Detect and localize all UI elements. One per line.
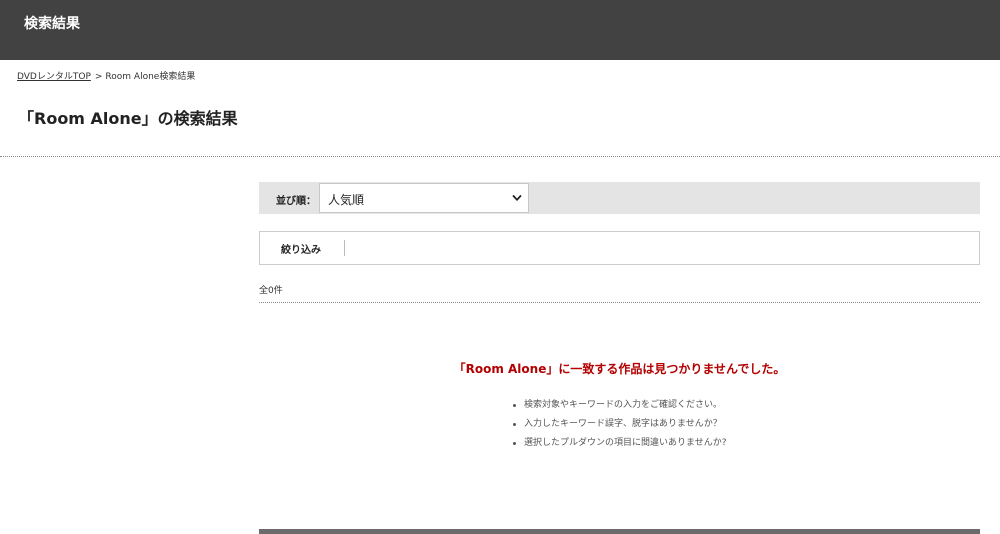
breadcrumb-separator: > xyxy=(94,72,103,82)
breadcrumb-home-link[interactable]: DVDレンタルTOP xyxy=(17,72,91,82)
filter-button[interactable]: 絞り込み xyxy=(281,241,321,256)
page-title: 「Room Alone」の検索結果 xyxy=(18,109,238,128)
hint-item: 検索対象やキーワードの入力をご確認ください。 xyxy=(512,396,727,415)
chevron-down-icon xyxy=(512,195,522,201)
sort-select[interactable]: 人気順 xyxy=(319,183,529,213)
hint-item: 入力したキーワード誤字、脱字はありませんか？ xyxy=(512,415,727,434)
no-result-message: 「Room Alone」に一致する作品は見つかりませんでした。 xyxy=(453,362,786,376)
result-count-divider xyxy=(259,302,980,303)
sort-label: 並び順： xyxy=(276,196,316,207)
title-divider xyxy=(0,156,1000,157)
hint-list: 検索対象やキーワードの入力をご確認ください。 入力したキーワード誤字、脱字はあり… xyxy=(512,396,727,453)
result-count: 全0件 xyxy=(259,286,283,296)
sort-bar: 並び順： 人気順 xyxy=(259,182,980,214)
bottom-bar xyxy=(259,529,980,534)
sort-select-value: 人気順 xyxy=(328,193,365,207)
filter-divider xyxy=(344,240,345,256)
breadcrumb: DVDレンタルTOP > Room Alone検索結果 xyxy=(17,69,195,82)
breadcrumb-current: Room Alone検索結果 xyxy=(105,72,196,82)
filter-box: 絞り込み xyxy=(259,231,980,265)
hint-item: 選択したプルダウンの項目に間違いありませんか? xyxy=(512,434,727,453)
site-header: 検索結果 xyxy=(0,0,1000,60)
header-title: 検索結果 xyxy=(24,16,80,32)
